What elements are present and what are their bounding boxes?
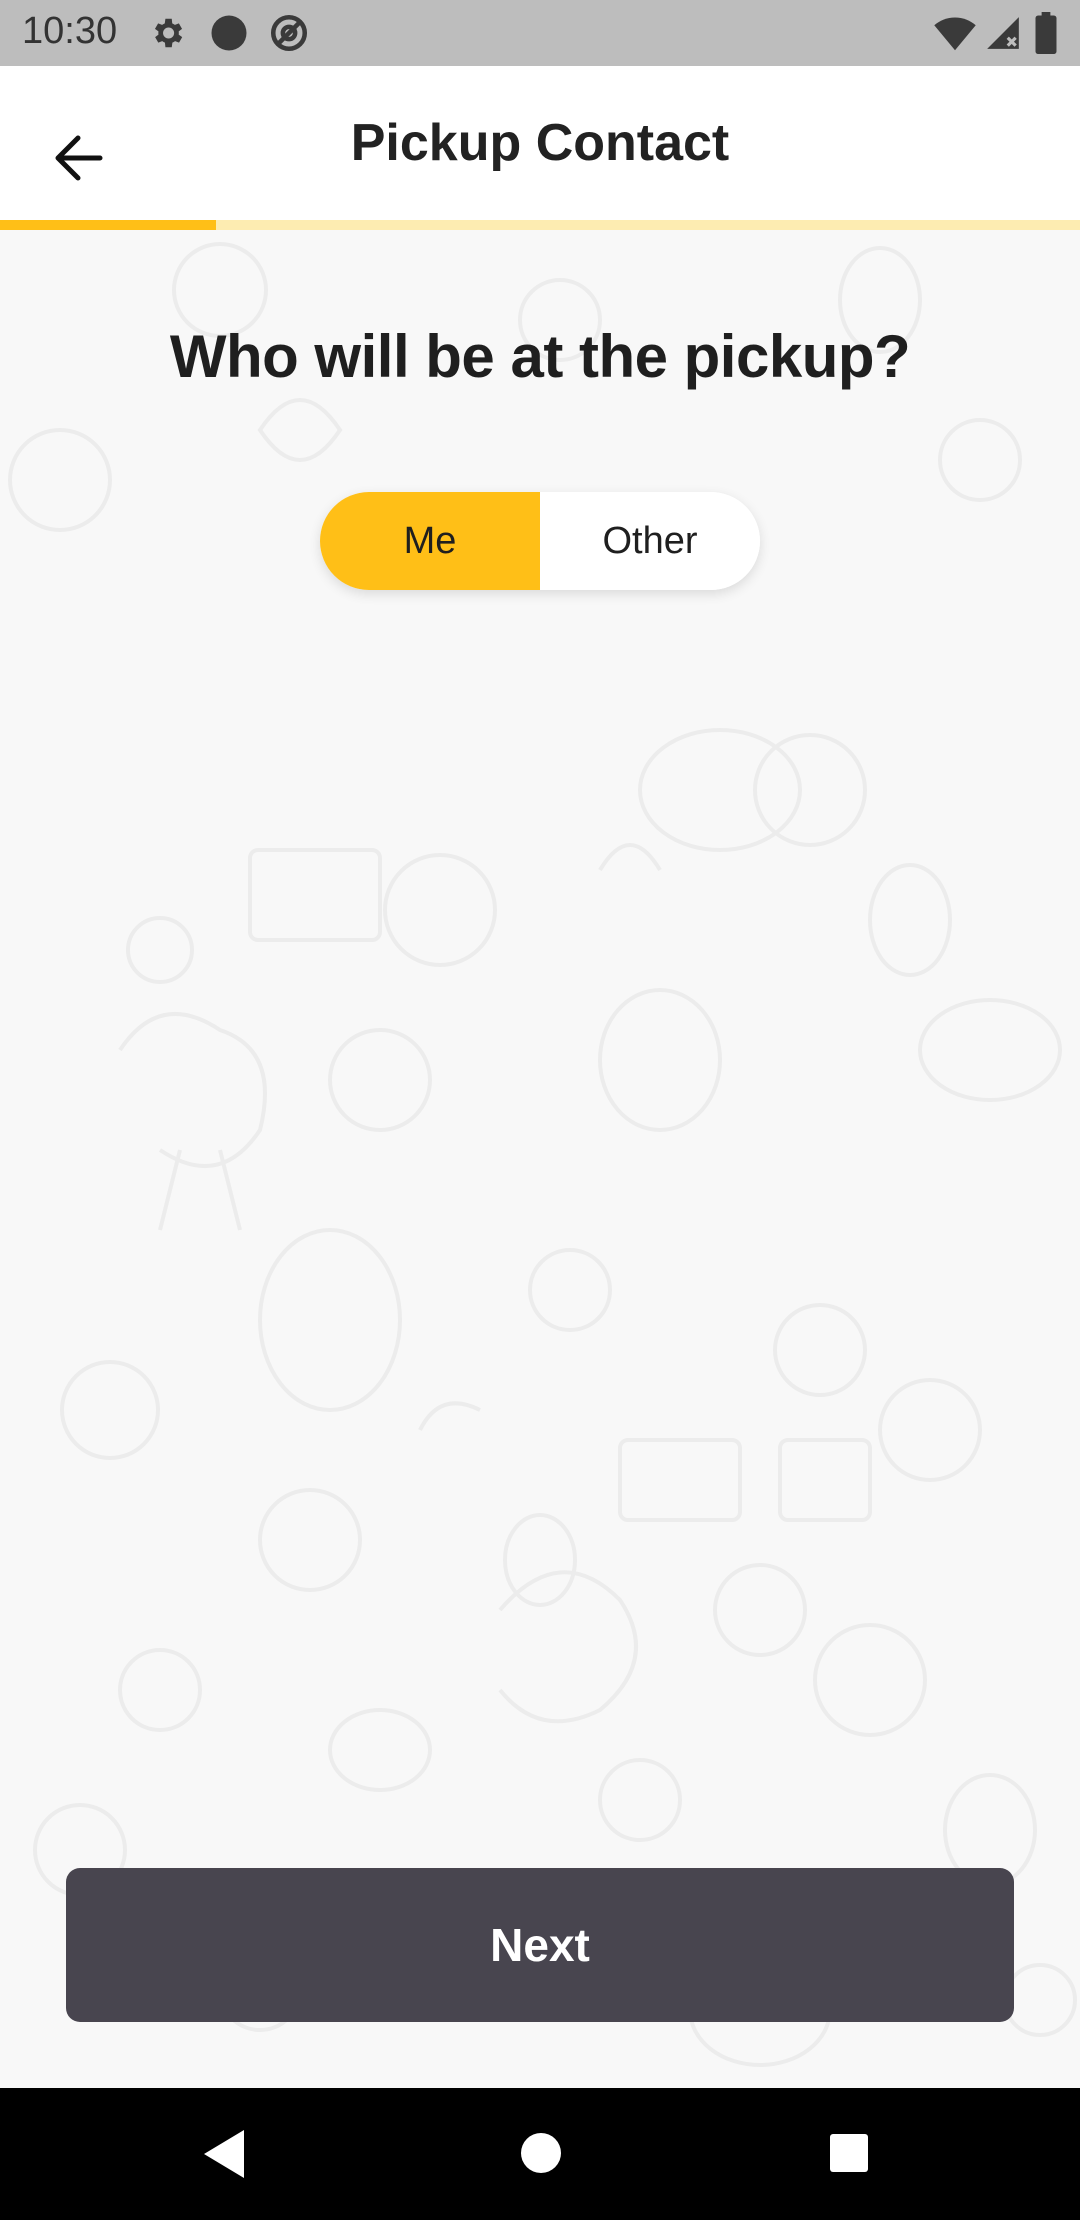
wifi-icon — [934, 17, 976, 51]
next-button[interactable]: Next — [66, 1868, 1014, 2022]
contact-toggle: Me Other — [320, 492, 760, 590]
circle-icon — [211, 15, 247, 51]
toggle-option-me[interactable]: Me — [320, 492, 540, 590]
progress-fill — [0, 220, 216, 230]
system-nav-bar — [0, 2088, 1080, 2220]
progress-track — [0, 220, 1080, 230]
battery-icon — [1035, 12, 1057, 54]
back-triangle-icon[interactable] — [200, 2128, 250, 2180]
recents-square-icon[interactable] — [828, 2132, 870, 2174]
home-circle-icon[interactable] — [518, 2130, 564, 2176]
page-title: Pickup Contact — [350, 114, 730, 172]
status-time: 10:30 — [22, 10, 118, 52]
toggle-option-other[interactable]: Other — [540, 492, 760, 590]
gear-icon — [154, 18, 183, 48]
app-bar: Pickup Contact — [0, 66, 1080, 220]
question-heading: Who will be at the pickup? — [169, 323, 911, 390]
status-bar: 10:30 — [0, 0, 1080, 66]
at-sign-icon — [270, 14, 308, 52]
signal-icon — [987, 17, 1019, 49]
